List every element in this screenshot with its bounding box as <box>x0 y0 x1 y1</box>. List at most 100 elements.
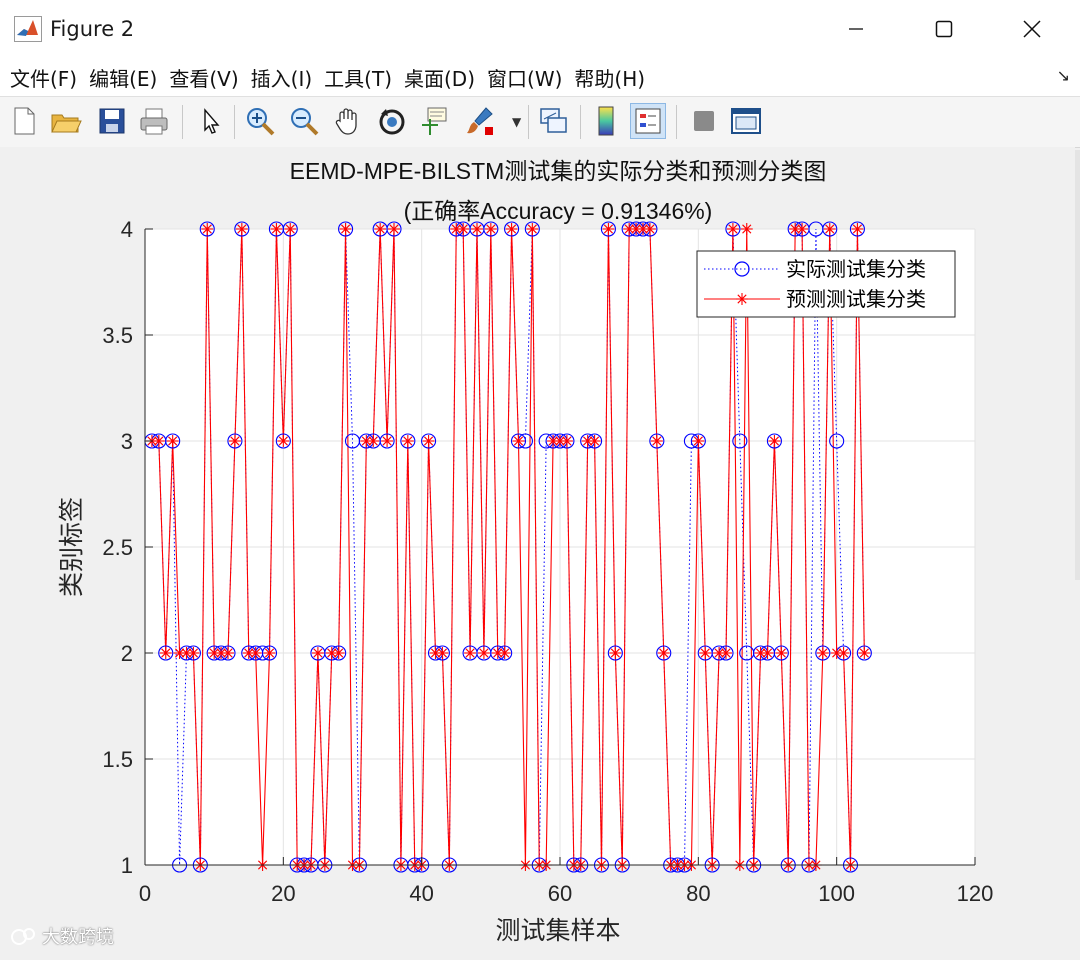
predicted-point <box>249 647 262 659</box>
menu-desktop[interactable]: 桌面(D) <box>404 63 475 92</box>
print-icon <box>140 108 168 135</box>
pointer-icon <box>204 108 220 134</box>
figure-side-scrollbar[interactable] <box>1075 150 1080 580</box>
legend-actual-label: 实际测试集分类 <box>786 258 926 281</box>
predicted-point <box>699 647 712 659</box>
x-axis-label: 测试集样本 <box>495 917 620 945</box>
predicted-point <box>166 435 179 447</box>
title-bar: Figure 2 <box>0 0 1080 58</box>
menu-insert[interactable]: 插入(I) <box>251 63 313 92</box>
x-tick-label: 80 <box>686 881 710 906</box>
menu-tools[interactable]: 工具(T) <box>324 63 392 92</box>
open-button[interactable] <box>48 103 84 139</box>
colorbar-icon <box>598 106 614 136</box>
y-tick-label: 3.5 <box>102 323 133 348</box>
predicted-point <box>222 647 234 659</box>
menu-edit[interactable]: 编辑(E) <box>89 63 157 92</box>
zoom-in-button[interactable] <box>242 103 278 139</box>
menu-view[interactable]: 查看(V) <box>169 63 238 92</box>
predicted-point <box>228 435 241 447</box>
dock-arrow-icon[interactable]: ↘ <box>1057 66 1070 85</box>
y-tick-label: 4 <box>121 217 133 242</box>
predicted-point <box>761 647 774 659</box>
minimize-icon <box>849 28 863 30</box>
menu-window[interactable]: 窗口(W) <box>487 63 562 92</box>
predicted-point <box>367 435 380 447</box>
zoom-in-icon <box>247 108 275 136</box>
legend[interactable]: 实际测试集分类 预测测试集分类 <box>696 250 956 318</box>
y-tick-label: 1 <box>121 853 133 878</box>
y-axis-label: 类别标签 <box>58 497 86 597</box>
predicted-point <box>187 647 200 659</box>
predicted-point <box>235 223 248 235</box>
pointer-button[interactable] <box>192 103 228 139</box>
predicted-point <box>823 223 836 235</box>
brush-button[interactable] <box>462 103 498 139</box>
zoom-out-icon <box>291 108 319 136</box>
minimize-button[interactable] <box>812 0 900 58</box>
brush-dropdown-icon[interactable]: ▼ <box>512 115 521 129</box>
predicted-point <box>263 647 276 659</box>
matlab-app-icon <box>14 16 42 42</box>
print-button[interactable] <box>136 103 172 139</box>
maximize-button[interactable] <box>900 0 988 58</box>
chart-subtitle: (正确率Accuracy = 0.91346%) <box>404 198 713 224</box>
save-button[interactable] <box>94 103 130 139</box>
predicted-point <box>720 647 732 659</box>
show-plot-tools-button[interactable] <box>728 103 764 139</box>
menu-bar: 文件(F) 编辑(E) 查看(V) 插入(I) 工具(T) 桌面(D) 窗口(W… <box>0 58 1080 96</box>
x-tick-label: 20 <box>271 881 295 906</box>
legend-predicted-label: 预测测试集分类 <box>786 288 926 311</box>
watermark-text: 大数跨境 <box>42 927 114 948</box>
y-tick-label: 2.5 <box>102 535 133 560</box>
link-plot-button[interactable] <box>536 103 572 139</box>
close-button[interactable] <box>988 0 1076 58</box>
maximize-icon <box>935 20 953 38</box>
x-tick-label: 100 <box>818 881 855 906</box>
figure-canvas: 0 20 40 60 80 100 120 1 1.5 2 2.5 3 3.5 4 EEMD-MPE-BI… <box>0 147 1075 956</box>
close-icon <box>1023 20 1041 38</box>
hide-plot-tools-icon <box>694 111 714 131</box>
x-tick-label: 120 <box>957 881 994 906</box>
x-tick-label: 60 <box>548 881 572 906</box>
colorbar-button[interactable] <box>588 103 624 139</box>
chart-title: EEMD-MPE-BILSTM测试集的实际分类和预测分类图 <box>290 158 827 184</box>
predicted-point <box>740 223 753 235</box>
figure-toolbar: ▼ <box>0 96 1080 148</box>
new-figure-icon <box>14 107 35 135</box>
rotate-3d-button[interactable] <box>374 103 410 139</box>
pan-button[interactable] <box>330 103 366 139</box>
y-tick-label: 1.5 <box>102 747 133 772</box>
window-title: Figure 2 <box>50 17 135 41</box>
legend-icon <box>635 108 661 134</box>
rotate-3d-icon <box>379 109 405 135</box>
predicted-point <box>201 223 214 235</box>
x-tick-label: 40 <box>409 881 433 906</box>
watermark-logo-icon <box>11 928 35 945</box>
predicted-point <box>471 223 483 235</box>
hide-plot-tools-button[interactable] <box>686 103 722 139</box>
pan-hand-icon <box>335 108 357 135</box>
menu-file[interactable]: 文件(F) <box>10 63 77 92</box>
data-cursor-button[interactable] <box>416 103 452 139</box>
zoom-out-button[interactable] <box>286 103 322 139</box>
y-tick-label: 2 <box>121 641 133 666</box>
predicted-point <box>284 223 297 235</box>
legend-button[interactable] <box>630 103 666 139</box>
data-cursor-icon <box>422 107 447 135</box>
predicted-point <box>388 223 400 235</box>
save-icon <box>99 108 125 134</box>
brush-icon <box>467 107 493 135</box>
predicted-point <box>657 647 670 659</box>
y-tick-label: 3 <box>121 429 133 454</box>
open-icon <box>51 114 82 133</box>
link-plot-icon <box>540 108 567 133</box>
predicted-point <box>512 435 525 447</box>
x-tick-label: 0 <box>139 881 151 906</box>
predicted-point <box>505 223 518 235</box>
menu-help[interactable]: 帮助(H) <box>574 63 645 92</box>
new-figure-button[interactable] <box>6 103 42 139</box>
show-plot-tools-icon <box>731 108 761 134</box>
predicted-point <box>159 647 172 659</box>
plot-svg[interactable]: 0 20 40 60 80 100 120 1 1.5 2 2.5 3 3.5 4 EEMD-MPE-BI… <box>0 147 1075 956</box>
